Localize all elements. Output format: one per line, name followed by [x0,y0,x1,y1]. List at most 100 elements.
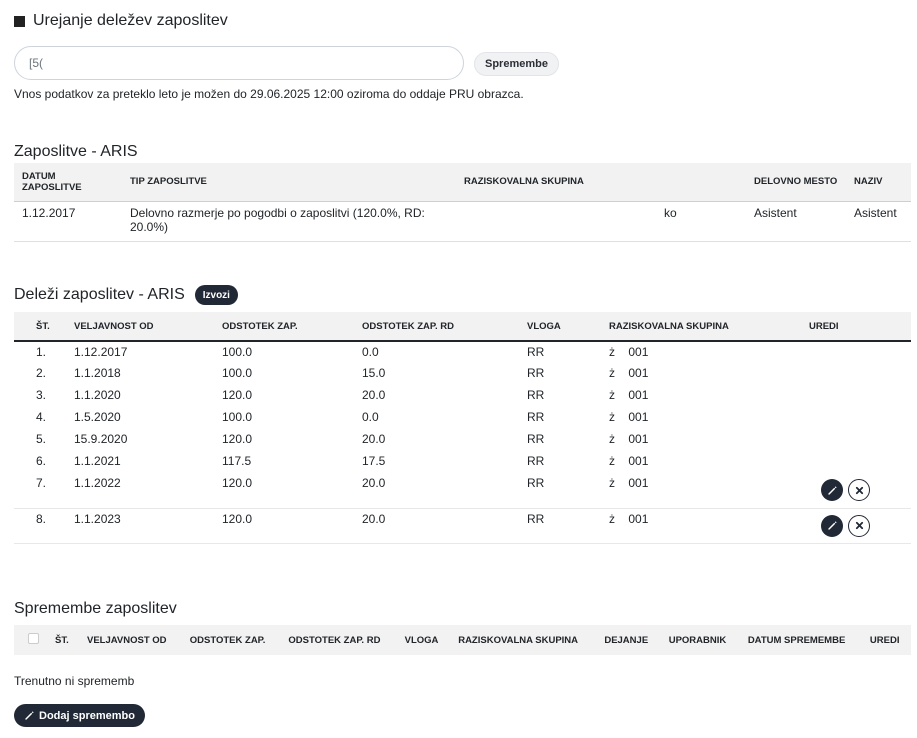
share-number: 1. [36,345,47,359]
employments-table: DATUM ZAPOSLITVE TIP ZAPOSLITVE RAZISKOV… [14,163,911,242]
column-header: ODSTOTEK ZAP. RD [280,625,397,655]
column-header: ŠT. [47,625,79,655]
changes-title: Spremembe zaposlitev [14,600,177,617]
edit-button[interactable] [821,514,843,537]
column-header: ODSTOTEK ZAP. [214,312,354,342]
share-role: RR [527,366,545,380]
pencil-icon [25,711,34,720]
changes-table: ŠT. VELJAVNOST OD ODSTOTEK ZAP. ODSTOTEK… [14,625,911,655]
column-header: DEJANJE [596,625,661,655]
employment-type: Delovno razmerje po pogodbi o zaposlitvi… [130,205,425,234]
share-percent-rd: 17.5 [362,454,386,468]
column-header: DATUM SPREMEMBE [739,625,862,655]
shares-table: ŠT. VELJAVNOST OD ODSTOTEK ZAP. ODSTOTEK… [14,312,911,544]
column-header: DATUM ZAPOSLITVE [14,163,122,202]
share-group-code: ż [609,366,615,380]
add-change-label: Dodaj spremembo [39,709,135,722]
table-row: 4. 1.5.2020 100.0 0.0 RR ż 001 [14,407,911,429]
share-group-id: 001 [628,432,649,446]
share-percent: 120.0 [222,476,253,490]
share-group-code: ż [609,454,615,468]
select-all-checkbox[interactable] [28,633,39,644]
share-valid-from: 1.1.2018 [74,366,121,380]
export-button[interactable]: Izvozi [194,285,238,305]
share-group: ż 001 [601,429,801,451]
close-icon [855,486,863,494]
shares-title-bar: Deleži zaposlitev - ARIS Izvozi [14,285,238,305]
share-percent: 120.0 [222,388,253,402]
share-percent: 117.5 [222,454,252,468]
share-group-id: 001 [628,511,649,526]
table-row: 5. 15.9.2020 120.0 20.0 RR ż 001 [14,429,911,451]
share-actions [801,407,911,429]
person-select-value: [5( [29,56,44,70]
share-valid-from: 1.1.2022 [74,476,121,490]
column-header: RAZISKOVALNA SKUPINA [601,312,801,342]
table-header-row: ŠT. VELJAVNOST OD ODSTOTEK ZAP. ODSTOTEK… [14,312,911,342]
table-row: 8. 1.1.2023 120.0 20.0 RR ż 001 [14,508,911,543]
delete-button[interactable] [848,514,871,537]
table-row: 7. 1.1.2022 120.0 20.0 RR ż 001 [14,473,911,508]
share-role: RR [527,476,545,490]
empty-changes-text: Trenutno ni sprememb [14,674,135,688]
share-role: RR [527,345,545,359]
table-header-row: DATUM ZAPOSLITVE TIP ZAPOSLITVE RAZISKOV… [14,163,911,202]
share-group-code: ż [609,511,615,526]
changes-button[interactable]: Spremembe [474,52,559,76]
share-actions [801,473,911,508]
share-actions [801,508,911,543]
column-header: ODSTOTEK ZAP. [181,625,281,655]
column-header: VLOGA [519,312,601,342]
page-title: Urejanje deležev zaposlitev [33,12,228,29]
table-header-row: ŠT. VELJAVNOST OD ODSTOTEK ZAP. ODSTOTEK… [14,625,911,655]
share-actions [801,429,911,451]
close-icon [855,521,863,530]
select-all-cell [14,625,47,655]
square-icon [14,15,25,27]
share-number: 5. [36,432,47,446]
info-text: Vnos podatkov za preteklo leto je možen … [14,87,524,101]
table-row: 6. 1.1.2021 117.5 17.5 RR ż 001 [14,451,911,473]
column-header [656,163,746,202]
share-group: ż 001 [601,363,801,385]
share-group-id: 001 [628,388,649,402]
share-valid-from: 1.5.2020 [74,410,121,424]
employment-group [456,201,656,241]
share-percent: 120.0 [222,511,253,526]
table-row: 3. 1.1.2020 120.0 20.0 RR ż 001 [14,385,911,407]
share-group: ż 001 [601,508,801,543]
column-header: RAZISKOVALNA SKUPINA [456,163,656,202]
share-group-id: 001 [628,410,649,424]
employments-title: Zaposlitve - ARIS [14,143,138,160]
add-change-button[interactable]: Dodaj spremembo [14,704,145,727]
column-header: VELJAVNOST OD [78,625,182,655]
share-group: ż 001 [601,473,801,508]
table-row: 1.12.2017 Delovno razmerje po pogodbi o … [14,201,911,241]
employment-date: 1.12.2017 [22,205,76,220]
share-percent-rd: 20.0 [362,432,386,446]
share-group-id: 001 [628,476,649,490]
share-percent: 100.0 [222,345,253,359]
delete-button[interactable] [848,479,871,501]
table-row: 2. 1.1.2018 100.0 15.0 RR ż 001 [14,363,911,385]
table-row: 1. 1.12.2017 100.0 0.0 RR ż 001 [14,341,911,363]
share-valid-from: 1.1.2023 [74,511,121,526]
person-select[interactable]: [5( [14,46,464,80]
share-group-id: 001 [628,345,649,359]
share-valid-from: 1.1.2020 [74,388,121,402]
share-number: 6. [36,454,47,468]
share-percent-rd: 0.0 [362,345,379,359]
share-percent-rd: 20.0 [362,511,386,526]
share-role: RR [527,454,545,468]
page-heading: Urejanje deležev zaposlitev [14,12,228,30]
share-actions [801,363,911,385]
share-group-code: ż [609,410,615,424]
pencil-icon [827,521,837,530]
share-valid-from: 1.12.2017 [74,345,128,359]
share-group: ż 001 [601,341,801,363]
column-header: DELOVNO MESTO [746,163,846,202]
share-number: 7. [36,476,47,490]
pencil-icon [827,485,837,495]
column-header: ODSTOTEK ZAP. RD [354,312,519,342]
edit-button[interactable] [821,479,843,501]
